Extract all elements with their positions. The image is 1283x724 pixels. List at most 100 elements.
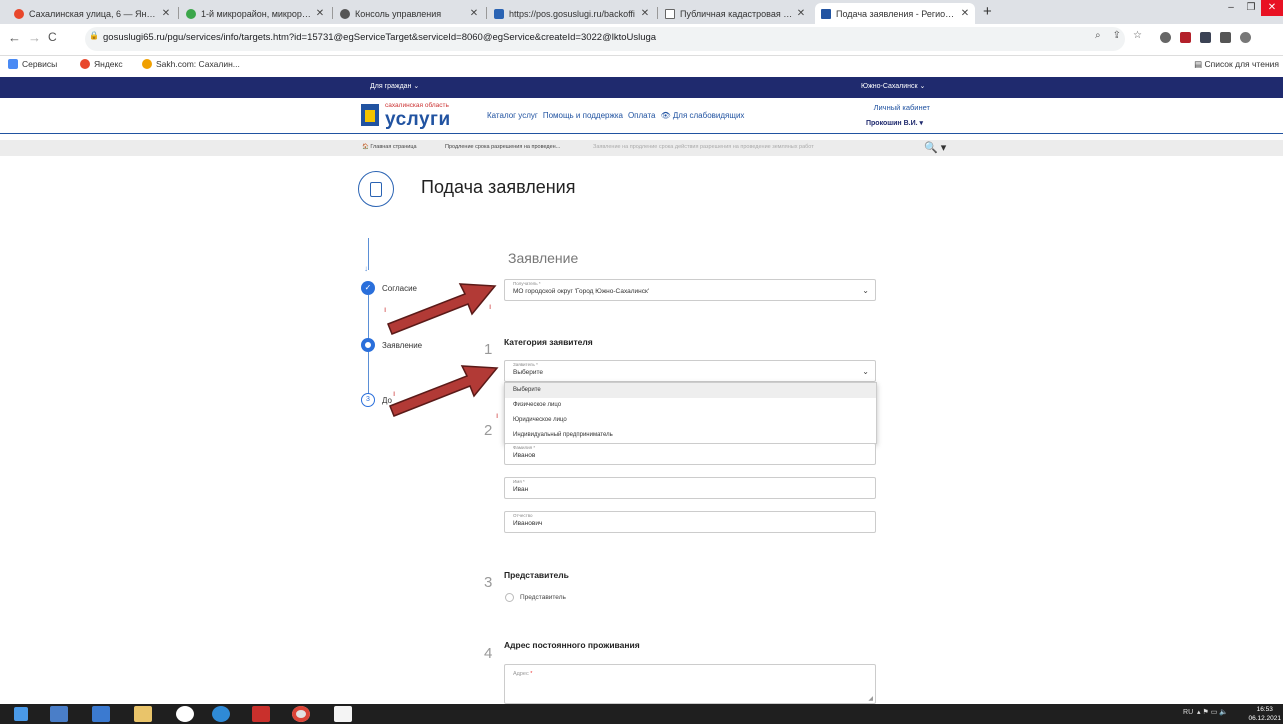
internet-explorer-icon[interactable]: [212, 706, 230, 722]
patronymic-field[interactable]: Отчество Иванович: [504, 511, 876, 533]
recipient-select[interactable]: Получатель * МО городской округ 'Город Ю…: [504, 279, 876, 301]
annotation-arrow: [389, 365, 499, 417]
bookmark-star-icon[interactable]: ☆: [1133, 30, 1142, 41]
location-icon: [186, 8, 196, 19]
windows-taskbar: RU ▴ ⚑ ▭ 🔈 16:53 06.12.2021: [0, 704, 1283, 724]
share-icon[interactable]: ⇪: [1113, 30, 1121, 41]
step-number-icon: 3: [361, 393, 375, 407]
breadcrumb-service[interactable]: Продление срока разрешения на проведен..…: [445, 144, 560, 150]
network-app-icon[interactable]: [50, 706, 68, 722]
section-title: Заявление: [508, 250, 579, 266]
site-logo[interactable]: сахалинская область услуги: [361, 102, 457, 130]
nav-accessibility[interactable]: 👁 Для слабовидящих: [660, 111, 744, 120]
bookmark-item[interactable]: Sakh.com: Сахалин...: [142, 59, 240, 69]
control-panel-icon[interactable]: [92, 706, 110, 722]
radio-icon: [505, 593, 514, 602]
apps-icon: [8, 59, 18, 69]
dropdown-option[interactable]: Юридическое лицо: [505, 413, 876, 428]
header-divider: [0, 133, 1283, 134]
for-citizens-menu[interactable]: Для граждан ⌄: [370, 82, 419, 90]
emblem-icon: [361, 104, 379, 126]
step-connector: [368, 351, 369, 395]
user-menu[interactable]: Прокошин В.И. ▾: [866, 119, 923, 127]
puzzle-icon[interactable]: [1220, 32, 1231, 43]
browser-tab-active[interactable]: Подача заявления - Региональ ✕: [815, 3, 975, 24]
file-explorer-icon[interactable]: [134, 706, 152, 722]
url-text: gosuslugi65.ru/pgu/services/info/targets…: [103, 32, 657, 43]
forward-icon[interactable]: →: [28, 30, 41, 45]
nav-payment[interactable]: Оплата: [628, 111, 656, 120]
app-c-icon[interactable]: [176, 706, 194, 722]
windows-start-icon[interactable]: [14, 707, 28, 721]
step-application[interactable]: Заявление: [382, 341, 422, 350]
bookmarks-bar: Сервисы Яндекс Sakh.com: Сахалин... ▤ Сп…: [0, 56, 1283, 74]
browser-tab[interactable]: Консоль управления ✕: [334, 3, 484, 24]
browser-tab[interactable]: Сахалинская улица, 6 — Яндекс ✕: [8, 3, 176, 24]
close-tab-icon[interactable]: ✕: [959, 8, 971, 19]
step-connector: [368, 295, 369, 339]
region-selector[interactable]: Южно-Сахалинск ⌄: [861, 82, 925, 90]
section-number: 4: [484, 645, 493, 662]
address-textarea[interactable]: Адрес * ◢: [504, 664, 876, 704]
dropdown-option[interactable]: Выберите: [505, 383, 876, 398]
address-title: Адрес постоянного проживания: [504, 640, 640, 650]
close-tab-icon[interactable]: ✕: [314, 8, 326, 19]
address-bar[interactable]: 🔒 gosuslugi65.ru/pgu/services/info/targe…: [85, 27, 1125, 51]
main-navigation: Каталог услуг Помощь и поддержка Оплата …: [487, 111, 744, 120]
arrow-down-icon: ↓: [364, 264, 368, 273]
shield-extension-icon[interactable]: [1180, 32, 1191, 43]
category-title: Категория заявителя: [504, 337, 593, 347]
profile-icon[interactable]: [1240, 32, 1251, 43]
emblem-icon: [821, 8, 831, 19]
breadcrumb-home[interactable]: 🏠 Главная страница: [362, 144, 417, 150]
dropdown-option[interactable]: Физическое лицо: [505, 398, 876, 413]
close-window-icon[interactable]: ✕: [1261, 0, 1283, 16]
chrome-icon[interactable]: [292, 706, 310, 722]
extension-icon[interactable]: [1160, 32, 1171, 43]
system-clock[interactable]: 16:53 06.12.2021: [1248, 705, 1281, 723]
bookmark-item[interactable]: Сервисы: [8, 59, 57, 69]
reading-list-icon: ▤: [1194, 59, 1203, 69]
close-tab-icon[interactable]: ✕: [160, 8, 172, 19]
application-form-icon: [358, 171, 394, 207]
pdf-reader-icon[interactable]: [252, 706, 270, 722]
representative-checkbox[interactable]: Представитель: [505, 593, 566, 602]
back-icon[interactable]: ←: [8, 30, 21, 45]
personal-cabinet-link[interactable]: Личный кабинет: [866, 103, 930, 112]
search-icon[interactable]: 🔍 ▾: [924, 141, 946, 154]
browser-tab[interactable]: 1-й микрорайон, микрорайон ✕: [180, 3, 330, 24]
step-current-icon: [361, 338, 375, 352]
name-field[interactable]: Имя * Иван: [504, 477, 876, 499]
extension-icon[interactable]: [1200, 32, 1211, 43]
browser-tab[interactable]: Публичная кадастровая карта ✕: [659, 3, 811, 24]
maximize-icon[interactable]: ❐: [1241, 0, 1261, 16]
yandex-icon: [80, 59, 90, 69]
page-title: Подача заявления: [421, 177, 576, 197]
lock-icon: 🔒: [89, 31, 99, 40]
representative-title: Представитель: [504, 570, 569, 580]
surname-field[interactable]: Фамилия * Иванов: [504, 443, 876, 465]
category-dropdown-list: Выберите Физическое лицо Юридическое лиц…: [504, 382, 877, 444]
reload-icon[interactable]: C: [48, 30, 57, 44]
breadcrumb: 🏠 Главная страница Продление срока разре…: [0, 140, 1283, 156]
nav-help[interactable]: Помощь и поддержка: [543, 111, 623, 120]
system-tray: RU ▴ ⚑ ▭ 🔈: [1183, 709, 1228, 716]
document-icon: [665, 8, 675, 19]
close-tab-icon[interactable]: ✕: [468, 8, 480, 19]
resize-handle-icon[interactable]: ◢: [868, 695, 873, 702]
document-app-icon[interactable]: [334, 706, 352, 722]
new-tab-button[interactable]: +: [983, 3, 992, 20]
dropdown-option[interactable]: Индивидуальный предприниматель: [505, 428, 876, 443]
step-connector: [368, 238, 369, 270]
close-tab-icon[interactable]: ✕: [639, 8, 651, 19]
bookmark-item[interactable]: Яндекс: [80, 59, 123, 69]
applicant-category-select[interactable]: Заявитель * Выберите ⌄: [504, 360, 876, 382]
window-controls: – ❐ ✕: [1221, 0, 1283, 18]
nav-catalog[interactable]: Каталог услуг: [487, 111, 538, 120]
minimize-icon[interactable]: –: [1221, 0, 1241, 16]
browser-tab[interactable]: https://pos.gosuslugi.ru/backoffi ✕: [488, 3, 655, 24]
sakh-icon: [142, 59, 152, 69]
close-tab-icon[interactable]: ✕: [795, 8, 807, 19]
zoom-icon[interactable]: ⌕: [1095, 30, 1101, 41]
reading-list-button[interactable]: ▤ Список для чтения: [1194, 59, 1279, 70]
